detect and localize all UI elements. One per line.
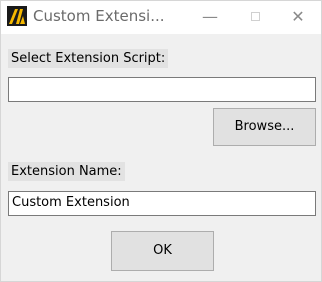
custom-extension-dialog: Custom Extensi... — ✕ Select Extension S…	[0, 0, 322, 282]
title-bar: Custom Extensi... — ✕	[1, 1, 321, 34]
close-icon: ✕	[291, 7, 305, 26]
maximize-icon	[251, 12, 260, 21]
app-logo-icon	[7, 6, 27, 26]
browse-button[interactable]: Browse...	[213, 108, 316, 146]
script-label: Select Extension Script:	[8, 49, 169, 68]
ok-button[interactable]: OK	[111, 231, 214, 271]
script-path-input[interactable]	[8, 77, 316, 102]
minimize-button[interactable]: —	[187, 1, 233, 34]
window-title: Custom Extensi...	[33, 7, 165, 25]
extension-name-label: Extension Name:	[8, 162, 125, 181]
maximize-button[interactable]	[233, 1, 279, 34]
extension-name-input[interactable]: Custom Extension	[8, 191, 316, 216]
minimize-icon: —	[202, 7, 218, 26]
close-button[interactable]: ✕	[275, 1, 321, 34]
